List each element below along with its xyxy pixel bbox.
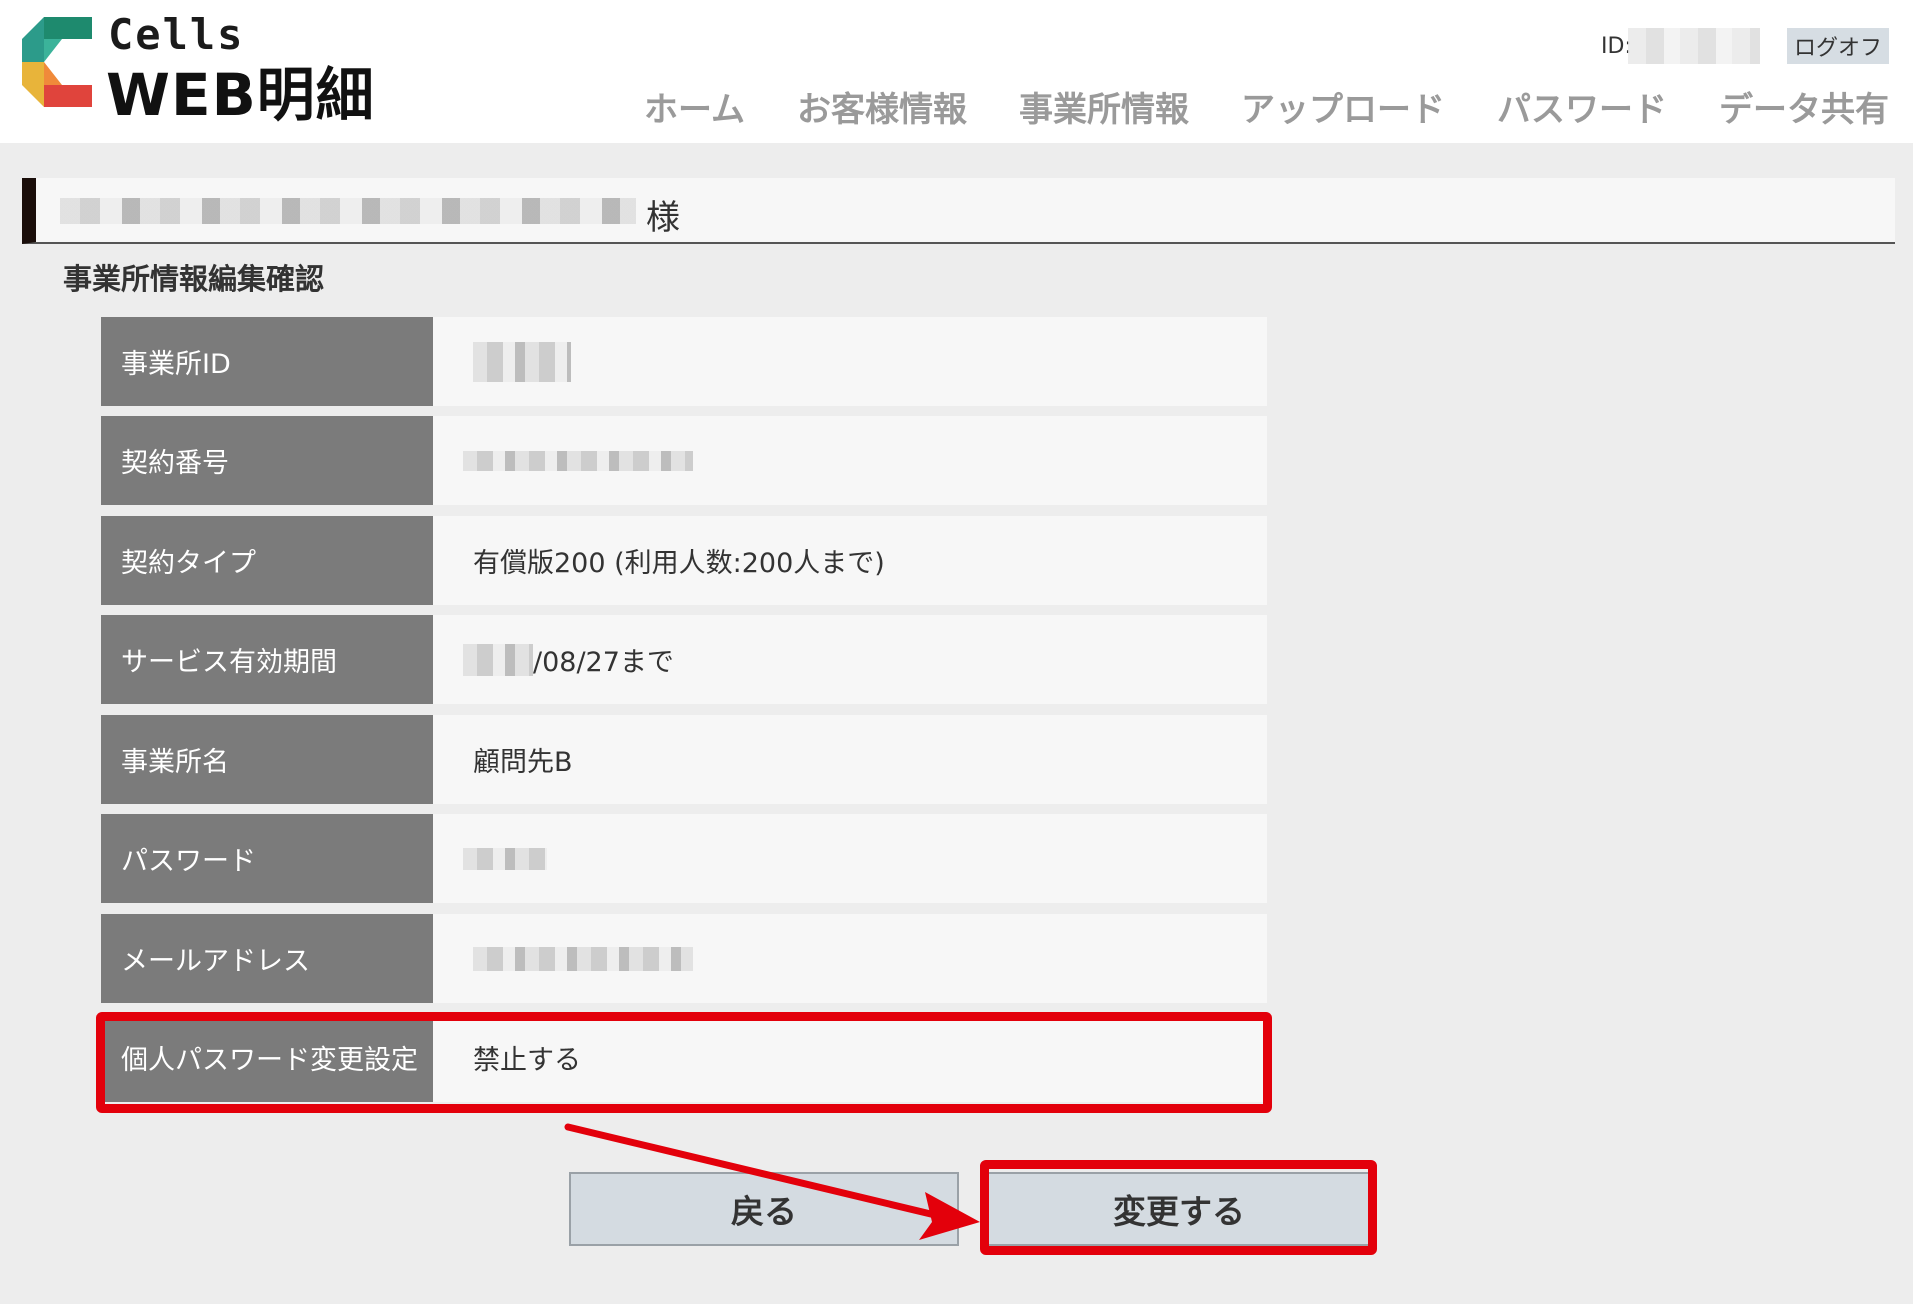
row-value-contract-number <box>433 416 1267 505</box>
redacted-value <box>463 450 693 471</box>
table-row: 契約タイプ 有償版200 (利用人数:200人まで) <box>101 516 1267 605</box>
row-value-personal-password-setting: 禁止する <box>433 1013 1267 1102</box>
nav-customer-info[interactable]: お客様情報 <box>797 82 967 131</box>
change-button[interactable]: 変更する <box>984 1172 1374 1246</box>
service-period-text: /08/27まで <box>533 647 674 678</box>
redacted-value <box>473 946 693 971</box>
nav-upload[interactable]: アップロード <box>1241 82 1445 131</box>
customer-honorific: 様 <box>646 198 680 238</box>
nav-home[interactable]: ホーム <box>644 82 745 131</box>
table-row: メールアドレス <box>101 914 1267 1003</box>
main-nav: ホーム お客様情報 事業所情報 アップロード パスワード データ共有 <box>644 82 1889 131</box>
row-value-contract-type: 有償版200 (利用人数:200人まで) <box>433 516 1267 605</box>
row-value-email <box>433 914 1267 1003</box>
logo-text-web-meisai: WEB明細 <box>106 61 375 129</box>
row-label: サービス有効期間 <box>101 615 433 704</box>
cells-logo-icon <box>22 17 92 107</box>
back-button[interactable]: 戻る <box>569 1172 959 1246</box>
logout-button[interactable]: ログオフ <box>1787 28 1889 64</box>
header: Cells WEB明細 ID: ログオフ ホーム お客様情報 事業所情報 アップ… <box>0 0 1913 143</box>
page-title: 事業所情報編集確認 <box>63 262 325 296</box>
nav-password[interactable]: パスワード <box>1497 82 1667 131</box>
row-label: 契約タイプ <box>101 516 433 605</box>
redacted-year <box>463 643 533 676</box>
table-row: パスワード <box>101 814 1267 903</box>
customer-name-redacted <box>60 198 636 224</box>
redacted-value <box>463 847 547 870</box>
table-row: 事業所ID <box>101 317 1267 406</box>
user-id-value-redacted <box>1628 28 1760 64</box>
customer-name-bar: 様 <box>22 178 1895 244</box>
row-value-service-period: /08/27まで <box>433 615 1267 704</box>
row-value-office-id <box>433 317 1267 406</box>
table-row: 契約番号 <box>101 416 1267 505</box>
row-label: 個人パスワード変更設定 <box>101 1013 433 1102</box>
nav-office-info[interactable]: 事業所情報 <box>1019 82 1189 131</box>
table-row: サービス有効期間 /08/27まで <box>101 615 1267 704</box>
redacted-value <box>473 341 571 382</box>
table-row: 個人パスワード変更設定 禁止する <box>101 1013 1267 1102</box>
row-value-office-name: 顧問先B <box>433 715 1267 804</box>
row-value-password <box>433 814 1267 903</box>
row-label: 契約番号 <box>101 416 433 505</box>
nav-data-share[interactable]: データ共有 <box>1719 82 1889 131</box>
row-label: メールアドレス <box>101 914 433 1003</box>
row-label: パスワード <box>101 814 433 903</box>
row-label: 事業所ID <box>101 317 433 406</box>
table-row: 事業所名 顧問先B <box>101 715 1267 804</box>
row-label: 事業所名 <box>101 715 433 804</box>
